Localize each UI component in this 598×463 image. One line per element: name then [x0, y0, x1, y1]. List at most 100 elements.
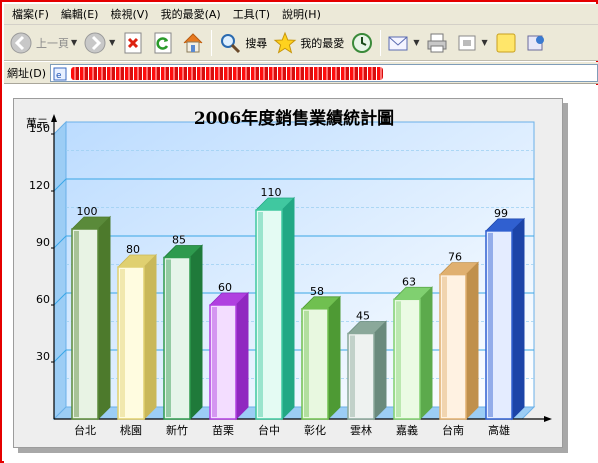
plot-side-wall	[53, 120, 67, 421]
back-button[interactable]: 上一頁 ▼	[6, 28, 80, 58]
data-label: 85	[172, 234, 186, 247]
x-tick-label: 台北	[74, 423, 96, 437]
page-edit-icon	[455, 31, 479, 55]
refresh-button[interactable]	[148, 28, 178, 58]
svg-text:e: e	[56, 71, 62, 81]
search-icon	[218, 31, 242, 55]
bar-shade	[258, 212, 263, 417]
x-axis-arrow	[544, 416, 552, 422]
bar-side	[419, 286, 433, 421]
sales-chart: 306090120150 2006年度銷售業績統計圖萬元100台北80桃園85新竹…	[26, 108, 552, 437]
bar-side	[511, 217, 525, 421]
y-axis-label: 萬元	[26, 117, 48, 130]
star-icon	[273, 31, 297, 55]
menu-help[interactable]: 說明(H)	[276, 4, 327, 25]
bar-shade	[488, 232, 493, 417]
mail-icon	[387, 31, 411, 55]
x-tick-label: 嘉義	[396, 423, 418, 437]
printer-icon	[425, 31, 449, 55]
x-tick-label: 苗栗	[212, 424, 234, 437]
chart-panel: 30 60 90 120 150 2006年度銷售業績統計圖 萬元 100 台北 80 桃園 85 新竹…	[13, 98, 563, 448]
data-label: 99	[494, 207, 508, 220]
address-label: 網址(D)	[7, 66, 47, 80]
messenger-icon	[524, 31, 548, 55]
x-tick-label: 台中	[258, 423, 280, 437]
mail-dropdown-icon[interactable]: ▼	[413, 38, 419, 47]
menu-bar: 檔案(F) 編輯(E) 檢視(V) 我的最愛(A) 工具(T) 說明(H)	[4, 4, 598, 25]
x-tick-label: 新竹	[166, 423, 188, 437]
bar-shade	[74, 231, 79, 417]
chart-title: 2006年度銷售業績統計圖	[194, 108, 394, 129]
bar-shade	[442, 276, 447, 417]
bar-shade	[166, 259, 171, 417]
x-tick-label: 高雄	[488, 423, 510, 437]
browser-window: 檔案(F) 編輯(E) 檢視(V) 我的最愛(A) 工具(T) 說明(H) 上一…	[0, 0, 598, 463]
mail-button[interactable]: ▼	[384, 28, 422, 58]
page-icon: e	[53, 66, 67, 81]
data-label: 80	[126, 243, 140, 256]
forward-dropdown-icon[interactable]: ▼	[109, 38, 115, 47]
data-label: 110	[261, 186, 282, 199]
bar-shade	[396, 301, 401, 417]
history-button[interactable]	[347, 28, 377, 58]
stop-button[interactable]	[118, 28, 148, 58]
edit-button[interactable]: ▼	[452, 28, 490, 58]
data-label: 60	[218, 281, 232, 294]
refresh-icon	[151, 31, 175, 55]
x-tick-label: 雲林	[350, 423, 372, 437]
bar-side	[143, 253, 157, 421]
home-button[interactable]	[178, 28, 208, 58]
favorites-button[interactable]: 我的最愛	[270, 28, 347, 58]
forward-arrow-icon	[83, 31, 107, 55]
y-tick-label: 90	[36, 236, 50, 249]
data-label: 45	[356, 310, 370, 323]
redacted-url-scribble	[71, 66, 384, 80]
bar-shade	[350, 335, 355, 417]
bar-side	[373, 320, 387, 421]
y-tick-label: 60	[36, 293, 50, 306]
data-label: 58	[310, 285, 324, 298]
note-icon	[494, 31, 518, 55]
address-bar: 網址(D) e	[4, 62, 598, 84]
toolbar: 上一頁 ▼ ▼ 搜尋 我的最愛 ▼ ▼	[4, 25, 598, 61]
stop-icon	[121, 31, 145, 55]
back-dropdown-icon[interactable]: ▼	[71, 38, 77, 47]
bar-side	[97, 215, 111, 421]
data-label: 63	[402, 275, 416, 288]
y-axis-arrow	[51, 114, 57, 122]
bar-shade	[304, 310, 309, 417]
history-icon	[350, 31, 374, 55]
back-arrow-icon	[9, 31, 33, 55]
menu-edit[interactable]: 編輯(E)	[55, 4, 105, 25]
data-label: 76	[448, 251, 462, 264]
y-tick-label: 120	[29, 179, 50, 192]
page-content: 30 60 90 120 150 2006年度銷售業績統計圖 萬元 100 台北 80 桃園 85 新竹…	[4, 85, 598, 463]
messenger-button[interactable]	[521, 28, 551, 58]
menu-tools[interactable]: 工具(T)	[227, 4, 276, 25]
bar-side	[465, 261, 479, 421]
search-label: 搜尋	[245, 36, 268, 50]
discuss-button[interactable]	[491, 28, 521, 58]
search-button[interactable]: 搜尋	[215, 28, 270, 58]
address-input[interactable]: e	[50, 63, 598, 82]
menu-file[interactable]: 檔案(F)	[6, 4, 55, 25]
bar-side	[189, 244, 203, 421]
menu-favorites[interactable]: 我的最愛(A)	[155, 4, 227, 25]
toolbar-separator	[380, 29, 382, 56]
bar-side	[281, 196, 295, 421]
forward-button[interactable]: ▼	[80, 28, 118, 58]
bar-shade	[212, 307, 217, 417]
x-tick-label: 台南	[442, 423, 464, 437]
data-label: 100	[77, 205, 98, 218]
back-label: 上一頁	[36, 36, 69, 50]
y-tick-label: 30	[36, 350, 50, 363]
bar-shade	[120, 269, 125, 417]
print-button[interactable]	[422, 28, 452, 58]
menu-view[interactable]: 檢視(V)	[104, 4, 154, 25]
toolbar-separator	[211, 29, 213, 56]
edit-dropdown-icon[interactable]: ▼	[481, 38, 487, 47]
x-tick-label: 彰化	[304, 423, 326, 437]
favorites-label: 我的最愛	[300, 36, 345, 50]
home-icon	[181, 31, 205, 55]
bar-side	[235, 291, 249, 421]
